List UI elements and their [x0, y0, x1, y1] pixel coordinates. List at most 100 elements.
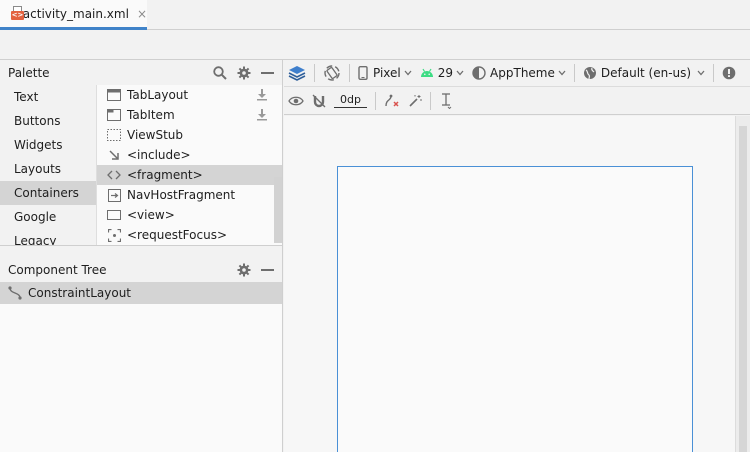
- item-label: <requestFocus>: [127, 228, 227, 242]
- tab-label: activity_main.xml: [22, 6, 129, 21]
- theme-selector[interactable]: AppTheme: [468, 62, 570, 84]
- chevron-down-icon: [558, 70, 566, 76]
- download-icon[interactable]: [256, 89, 268, 101]
- item-label: <view>: [127, 208, 175, 222]
- minimize-icon[interactable]: [261, 66, 274, 80]
- item-label: TabItem: [127, 108, 175, 122]
- gear-icon[interactable]: [237, 66, 251, 80]
- issues-button[interactable]: [718, 62, 740, 84]
- include-icon: [109, 150, 119, 160]
- design-surface-button[interactable]: [284, 62, 310, 84]
- clear-constraints-button[interactable]: [380, 90, 404, 112]
- palette-categories: Text Buttons Widgets Layouts Containers …: [0, 85, 96, 245]
- canvas-vertical-scrollbar[interactable]: [735, 116, 750, 452]
- panel-divider[interactable]: [0, 245, 283, 246]
- orientation-button[interactable]: [319, 62, 345, 84]
- scrollbar-thumb[interactable]: [739, 126, 747, 452]
- warning-icon: [722, 66, 736, 80]
- category-google[interactable]: Google: [0, 205, 96, 229]
- design-toolbar: Pixel 29 AppTheme Default (en-us): [284, 60, 750, 87]
- guidelines-icon: [441, 92, 452, 109]
- autoconnect-button[interactable]: [308, 90, 330, 112]
- locale-label: Default (en-us): [600, 66, 692, 80]
- toolbar-separator: [314, 64, 315, 82]
- phone-icon: [358, 66, 368, 80]
- design-canvas[interactable]: [284, 116, 735, 452]
- viewstub-icon: [107, 129, 121, 141]
- palette-items: TabLayout TabItem ViewStub <include> <fr…: [96, 85, 282, 245]
- locale-selector[interactable]: Default (en-us): [579, 62, 709, 84]
- api-level-selector[interactable]: 29: [416, 62, 468, 84]
- palette-item-fragment[interactable]: <fragment>: [97, 165, 282, 185]
- toolbar-separator: [713, 64, 715, 82]
- component-tree: ConstraintLayout: [0, 282, 282, 452]
- minimize-icon[interactable]: [261, 263, 274, 277]
- gear-icon[interactable]: [237, 263, 251, 277]
- category-containers[interactable]: Containers: [0, 181, 96, 205]
- requestfocus-icon: [107, 228, 121, 242]
- palette-item-requestfocus[interactable]: <requestFocus>: [97, 225, 282, 245]
- magnet-off-icon: [312, 94, 326, 107]
- item-label: ViewStub: [127, 128, 184, 142]
- layout-toolbar: 0dp: [284, 87, 750, 115]
- view-icon: [107, 210, 121, 220]
- palette-item-tabitem[interactable]: TabItem: [97, 105, 282, 125]
- component-tree-header: Component Tree: [0, 257, 283, 282]
- search-icon[interactable]: [213, 65, 227, 80]
- theme-icon: [472, 66, 486, 80]
- item-label: NavHostFragment: [127, 188, 236, 202]
- category-widgets[interactable]: Widgets: [0, 133, 96, 157]
- editor-tab-strip: <> activity_main.xml ×: [0, 0, 750, 30]
- palette-item-tablayout[interactable]: TabLayout: [97, 85, 282, 105]
- device-label: Pixel: [373, 66, 401, 80]
- category-buttons[interactable]: Buttons: [0, 109, 96, 133]
- constraint-layout-icon: [8, 286, 22, 300]
- download-icon[interactable]: [256, 109, 268, 121]
- infer-constraints-button[interactable]: [404, 90, 426, 112]
- device-selector[interactable]: Pixel: [354, 62, 416, 84]
- chevron-down-icon: [404, 70, 412, 76]
- navhostfragment-icon: [107, 188, 121, 202]
- xml-file-icon: <>: [10, 6, 24, 21]
- tablayout-icon: [107, 89, 121, 101]
- chevron-down-icon: [697, 70, 705, 76]
- magic-wand-icon: [409, 94, 422, 107]
- default-margin-field[interactable]: 0dp: [334, 93, 367, 108]
- tree-row-constraintlayout[interactable]: ConstraintLayout: [0, 282, 282, 304]
- tree-item-label: ConstraintLayout: [28, 286, 132, 300]
- left-panels: Palette Text Buttons Widgets Layouts Con…: [0, 60, 283, 452]
- rotate-icon: [324, 65, 340, 81]
- device-frame[interactable]: [337, 166, 693, 452]
- toolbar-separator: [349, 64, 350, 82]
- android-icon: [420, 68, 433, 77]
- item-label: <fragment>: [127, 168, 203, 182]
- item-label: <include>: [127, 148, 191, 162]
- category-legacy[interactable]: Legacy: [0, 229, 96, 245]
- palette-header: Palette: [0, 60, 283, 85]
- palette-item-include[interactable]: <include>: [97, 145, 282, 165]
- category-layouts[interactable]: Layouts: [0, 157, 96, 181]
- close-tab-icon[interactable]: ×: [137, 7, 147, 21]
- item-label: TabLayout: [127, 88, 189, 102]
- editor-toolbar: [0, 31, 750, 60]
- toolbar-separator: [573, 64, 575, 82]
- fragment-icon: [107, 170, 121, 180]
- chevron-down-icon: [456, 70, 464, 76]
- palette-item-view[interactable]: <view>: [97, 205, 282, 225]
- guidelines-button[interactable]: [435, 90, 457, 112]
- toolbar-separator: [429, 91, 431, 110]
- palette-title: Palette: [8, 65, 50, 80]
- toolbar-separator: [374, 91, 376, 110]
- theme-label: AppTheme: [490, 66, 555, 80]
- view-options-button[interactable]: [284, 90, 308, 112]
- tab-activity-main[interactable]: <> activity_main.xml ×: [0, 0, 147, 30]
- tabitem-icon: [107, 109, 121, 121]
- clear-constraints-icon: [385, 94, 399, 107]
- palette-scrollbar[interactable]: [274, 177, 282, 243]
- palette-item-navhostfragment[interactable]: NavHostFragment: [97, 185, 282, 205]
- category-text[interactable]: Text: [0, 85, 96, 109]
- eye-icon: [288, 96, 304, 105]
- palette-item-viewstub[interactable]: ViewStub: [97, 125, 282, 145]
- layers-icon: [288, 66, 306, 81]
- api-label: 29: [437, 66, 454, 80]
